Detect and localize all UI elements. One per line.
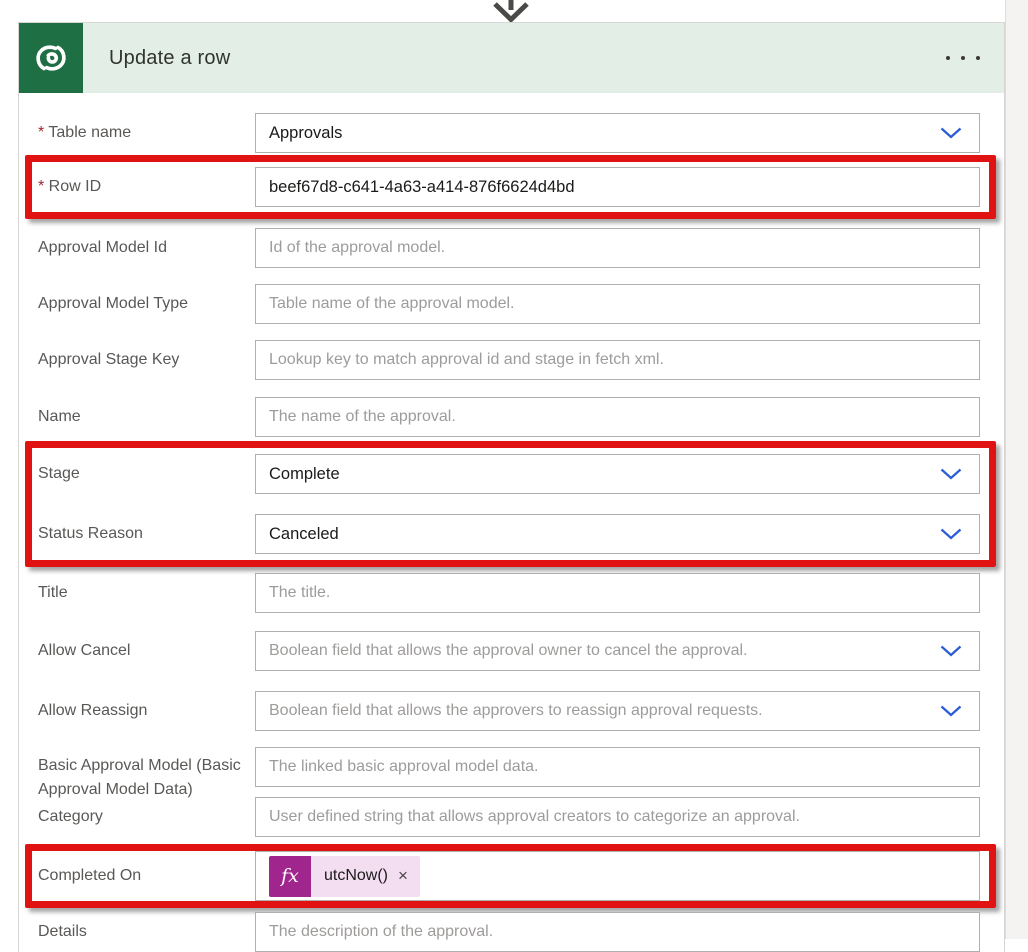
fx-icon: fx <box>269 856 311 897</box>
expression-token[interactable]: fx utcNow() × <box>269 856 420 897</box>
field-row-stage: Stage Complete <box>32 454 989 494</box>
field-placeholder: The name of the approval. <box>269 408 456 426</box>
field-input-category[interactable]: User defined string that allows approval… <box>255 797 980 837</box>
field-label-name: Name <box>38 405 255 429</box>
field-value: beef67d8-c641-4a63-a414-876f6624d4bd <box>269 178 575 197</box>
field-input-row-id[interactable]: beef67d8-c641-4a63-a414-876f6624d4bd <box>255 167 980 207</box>
field-label-completed-on: Completed On <box>38 864 255 888</box>
annotation-highlight-box1: * Row ID beef67d8-c641-4a63-a414-876f6624… <box>25 155 996 219</box>
field-value: Canceled <box>269 525 339 544</box>
required-marker: * <box>38 124 48 141</box>
action-form: * Table name Approvals * Row ID beef67d8-c6… <box>19 93 1004 952</box>
field-row-approval-model-id: Approval Model Id Id of the approval mode… <box>19 228 1004 268</box>
field-label-basic-approval-model-basic-approval-model-data: Basic Approval Model (Basic Approval Mod… <box>38 747 255 826</box>
field-placeholder: User defined string that allows approval… <box>269 808 800 826</box>
field-input-table-name[interactable]: Approvals <box>255 113 980 153</box>
field-placeholder: The linked basic approval model data. <box>269 758 539 776</box>
field-input-approval-model-id[interactable]: Id of the approval model. <box>255 228 980 268</box>
field-placeholder: The description of the approval. <box>269 923 493 941</box>
canvas-right-gutter <box>1005 0 1028 939</box>
field-value: Complete <box>269 465 340 484</box>
chevron-down-icon[interactable] <box>940 645 962 657</box>
annotation-highlight-box2: Stage Complete Status Reason Canceled <box>25 441 996 567</box>
field-label-approval-model-id: Approval Model Id <box>38 236 255 260</box>
field-input-details[interactable]: The description of the approval. <box>255 912 980 952</box>
field-row-row-id: * Row ID beef67d8-c641-4a63-a414-876f6624… <box>32 167 989 207</box>
field-row-basic-approval-model-basic-approval-model-data: Basic Approval Model (Basic Approval Mod… <box>19 747 1004 787</box>
field-row-table-name: * Table name Approvals <box>19 113 1004 153</box>
field-label-status-reason: Status Reason <box>38 522 255 546</box>
field-row-details: Details The description of the approval. <box>19 912 1004 952</box>
field-label-details: Details <box>38 920 255 944</box>
field-row-allow-cancel: Allow Cancel Boolean field that allows th… <box>19 631 1004 671</box>
field-input-allow-reassign[interactable]: Boolean field that allows the approvers … <box>255 691 980 731</box>
field-input-allow-cancel[interactable]: Boolean field that allows the approval o… <box>255 631 980 671</box>
more-options-icon[interactable] <box>944 50 982 66</box>
field-placeholder: Id of the approval model. <box>269 239 445 257</box>
field-label-approval-stage-key: Approval Stage Key <box>38 348 255 372</box>
chevron-down-icon[interactable] <box>940 468 962 480</box>
field-row-name: Name The name of the approval. <box>19 397 1004 437</box>
field-input-title[interactable]: The title. <box>255 573 980 613</box>
field-input-completed-on[interactable]: fx utcNow() × <box>255 851 980 901</box>
field-label-row-id: * Row ID <box>38 175 255 199</box>
field-input-stage[interactable]: Complete <box>255 454 980 494</box>
field-row-status-reason: Status Reason Canceled <box>32 514 989 554</box>
field-label-allow-reassign: Allow Reassign <box>38 699 255 723</box>
field-label-table-name: * Table name <box>38 121 255 145</box>
field-row-title: Title The title. <box>19 573 1004 613</box>
annotation-highlight-box3: Completed On fx utcNow() × <box>25 844 996 908</box>
chevron-down-icon[interactable] <box>940 528 962 540</box>
field-input-approval-stage-key[interactable]: Lookup key to match approval id and stag… <box>255 340 980 380</box>
field-input-name[interactable]: The name of the approval. <box>255 397 980 437</box>
field-label-approval-model-type: Approval Model Type <box>38 292 255 316</box>
chevron-down-icon[interactable] <box>940 705 962 717</box>
field-placeholder: Table name of the approval model. <box>269 295 514 313</box>
field-placeholder: Lookup key to match approval id and stag… <box>269 351 664 369</box>
field-placeholder: The title. <box>269 584 330 602</box>
field-input-status-reason[interactable]: Canceled <box>255 514 980 554</box>
dataverse-icon <box>19 23 83 93</box>
remove-token-icon[interactable]: × <box>398 866 408 886</box>
update-a-row-action-card: Update a row * Table name Approvals * Row … <box>18 22 1005 952</box>
field-input-basic-approval-model-basic-approval-model-data[interactable]: The linked basic approval model data. <box>255 747 980 787</box>
field-row-completed-on: Completed On fx utcNow() × <box>32 856 989 896</box>
arrow-down-icon <box>492 0 530 23</box>
field-value: Approvals <box>269 124 342 143</box>
field-placeholder: Boolean field that allows the approval o… <box>269 642 748 660</box>
field-label-title: Title <box>38 581 255 605</box>
field-row-approval-model-type: Approval Model Type Table name of the app… <box>19 284 1004 324</box>
field-row-allow-reassign: Allow Reassign Boolean field that allows … <box>19 691 1004 731</box>
field-label-allow-cancel: Allow Cancel <box>38 639 255 663</box>
field-placeholder: Boolean field that allows the approvers … <box>269 702 763 720</box>
expression-text: utcNow() <box>324 867 388 885</box>
action-title: Update a row <box>109 47 230 70</box>
field-input-approval-model-type[interactable]: Table name of the approval model. <box>255 284 980 324</box>
field-row-approval-stage-key: Approval Stage Key Lookup key to match ap… <box>19 340 1004 380</box>
chevron-down-icon[interactable] <box>940 127 962 139</box>
required-marker: * <box>38 178 49 195</box>
field-label-stage: Stage <box>38 462 255 486</box>
action-card-header[interactable]: Update a row <box>19 23 1004 93</box>
